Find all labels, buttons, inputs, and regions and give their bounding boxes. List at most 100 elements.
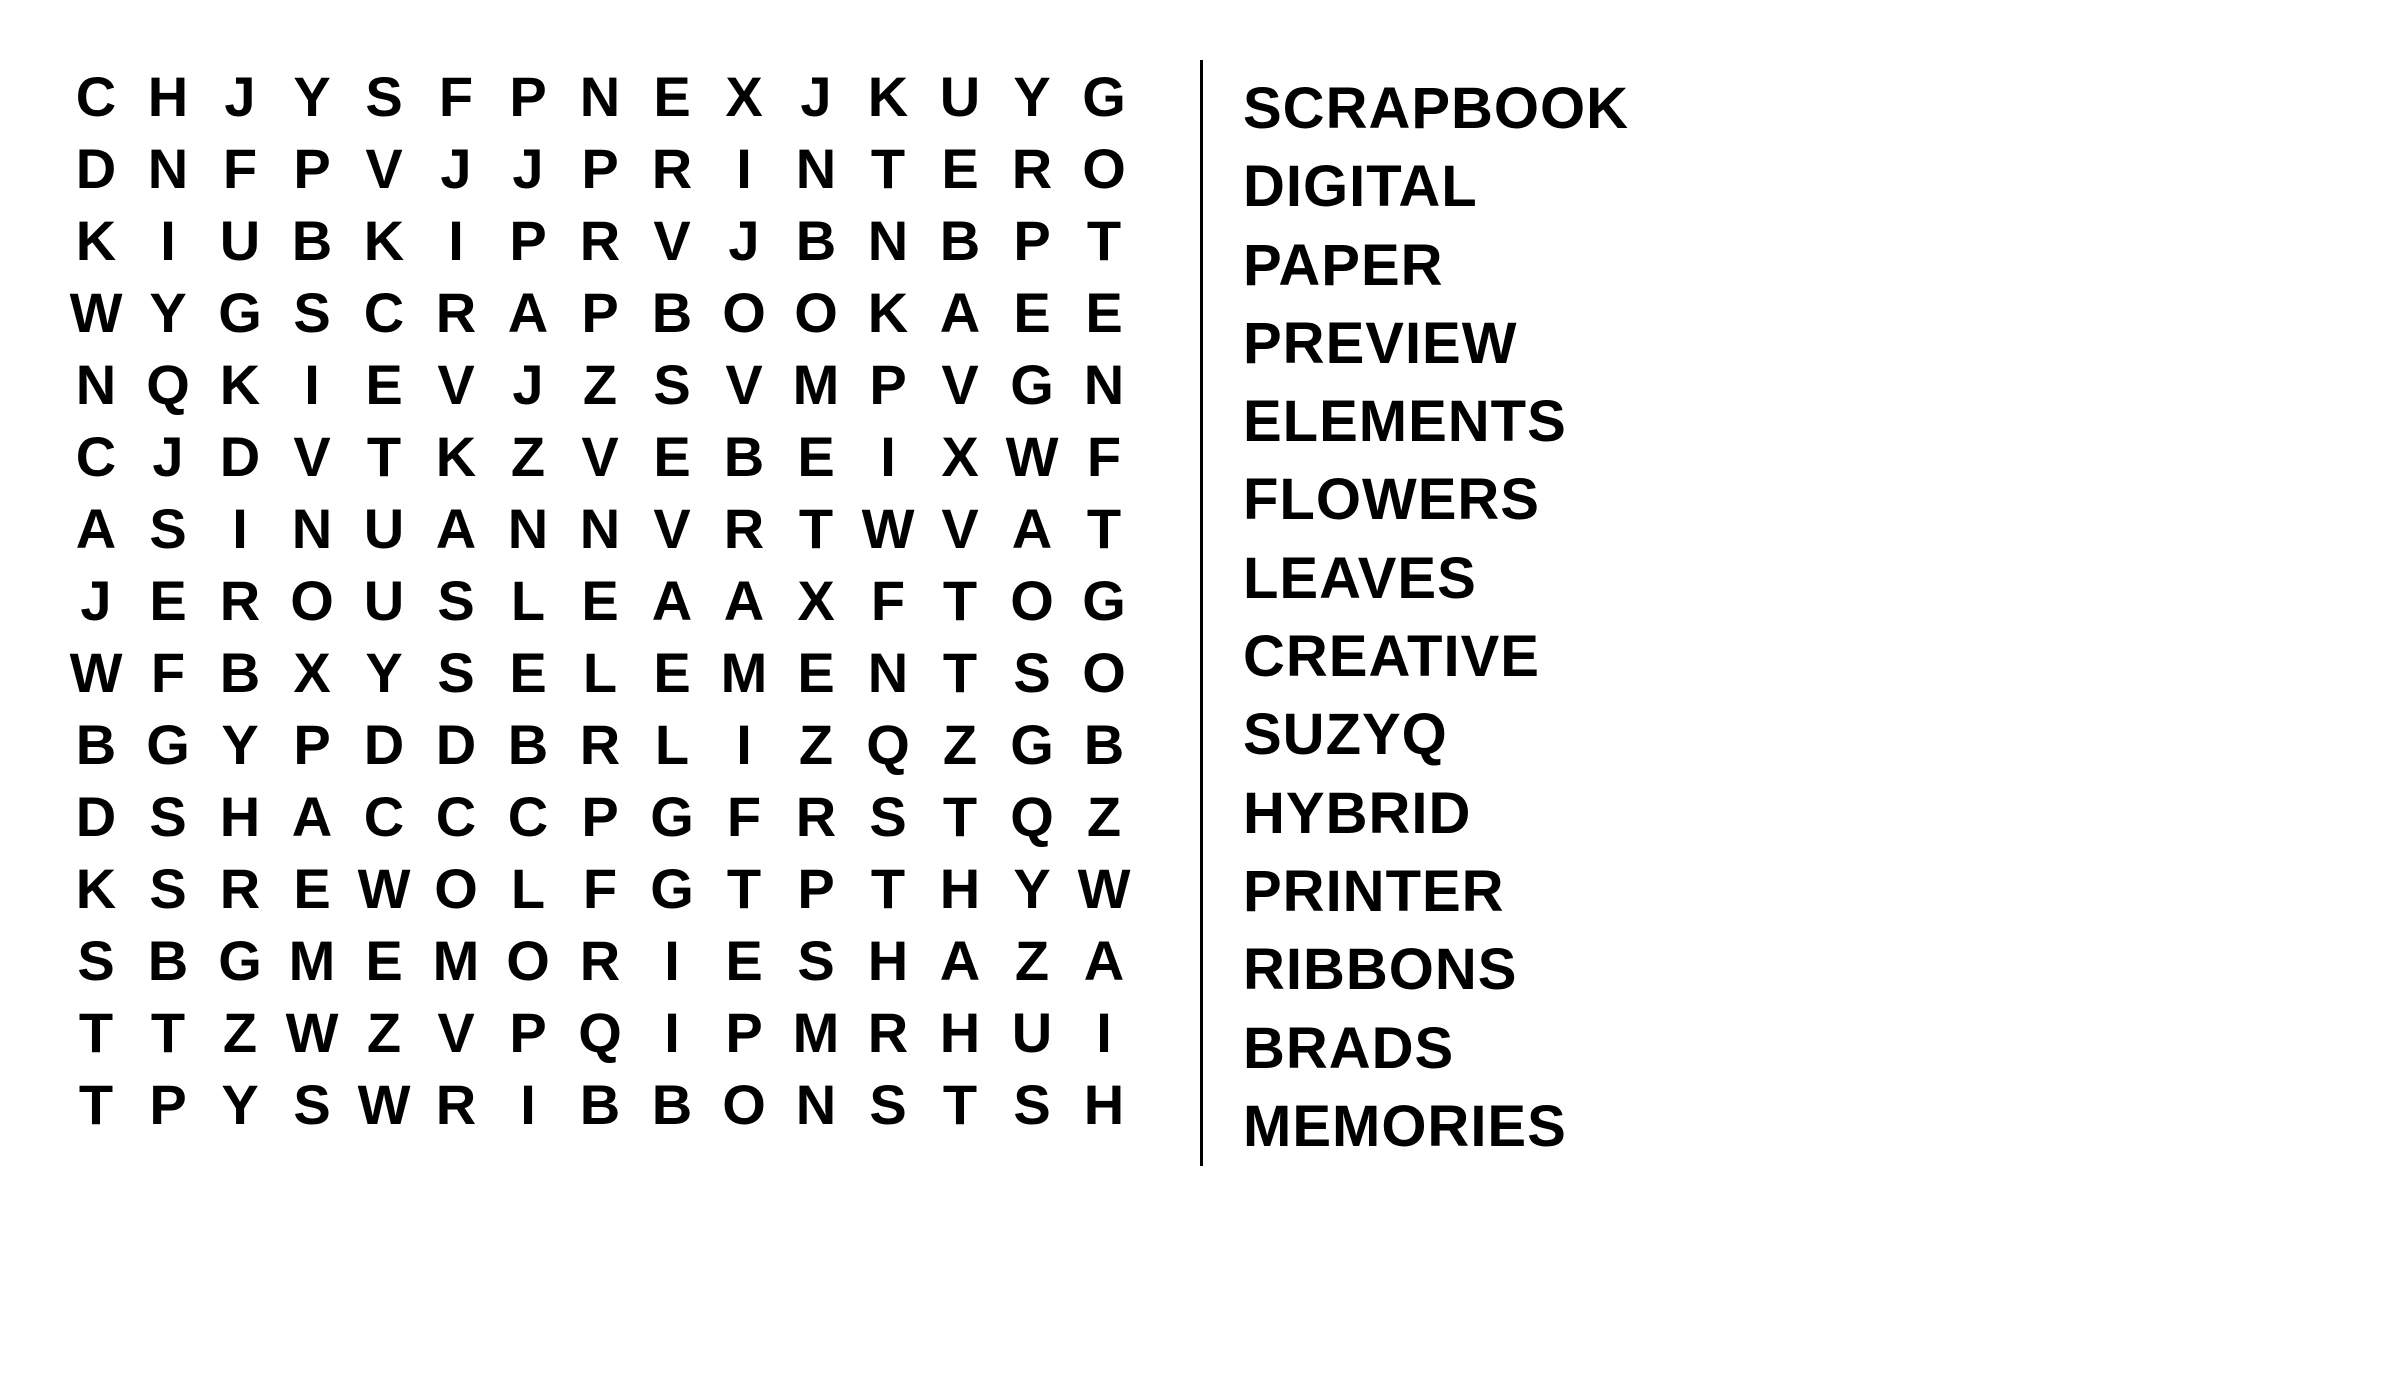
grid-cell: G xyxy=(132,708,204,780)
grid-cell: M xyxy=(708,636,780,708)
grid-cell: N xyxy=(60,348,132,420)
grid-cell: E xyxy=(1068,276,1140,348)
word-item: PAPER xyxy=(1243,227,1629,305)
grid-cell: Y xyxy=(276,60,348,132)
grid-cell: T xyxy=(852,852,924,924)
grid-cell: T xyxy=(924,780,996,852)
grid-cell: O xyxy=(708,276,780,348)
grid-cell: K xyxy=(204,348,276,420)
grid-cell: B xyxy=(492,708,564,780)
grid-cell: M xyxy=(420,924,492,996)
grid-cell: T xyxy=(852,132,924,204)
grid-cell: T xyxy=(780,492,852,564)
grid-cell: N xyxy=(780,1068,852,1140)
grid-cell: J xyxy=(204,60,276,132)
grid-cell: T xyxy=(708,852,780,924)
grid-cell: A xyxy=(924,924,996,996)
grid-cell: Y xyxy=(204,1068,276,1140)
grid-cell: Y xyxy=(132,276,204,348)
grid-cell: P xyxy=(564,132,636,204)
grid-cell: N xyxy=(564,492,636,564)
grid-cell: R xyxy=(780,780,852,852)
grid-cell: J xyxy=(420,132,492,204)
grid-cell: A xyxy=(708,564,780,636)
grid-cell: R xyxy=(204,852,276,924)
grid-cell: B xyxy=(564,1068,636,1140)
grid-cell: M xyxy=(780,348,852,420)
grid-cell: Y xyxy=(204,708,276,780)
grid-cell: E xyxy=(780,636,852,708)
grid-cell: B xyxy=(780,204,852,276)
grid-cell: E xyxy=(924,132,996,204)
grid-cell: P xyxy=(780,852,852,924)
grid-cell: W xyxy=(60,276,132,348)
grid-cell: O xyxy=(996,564,1068,636)
grid-cell: E xyxy=(492,636,564,708)
grid-cell: H xyxy=(132,60,204,132)
grid-cell: X xyxy=(780,564,852,636)
grid-cell: F xyxy=(852,564,924,636)
grid-cell: J xyxy=(708,204,780,276)
grid-cell: G xyxy=(204,924,276,996)
grid-cell: V xyxy=(276,420,348,492)
vertical-divider xyxy=(1200,60,1203,1166)
grid-cell: V xyxy=(420,996,492,1068)
grid-cell: R xyxy=(420,1068,492,1140)
word-search-grid: CHJYSFPNEXJKUYGDNFPVJJPRINTEROKIUBKIPRVJ… xyxy=(60,60,1200,1140)
grid-cell: L xyxy=(492,852,564,924)
grid-cell: V xyxy=(708,348,780,420)
grid-cell: S xyxy=(852,780,924,852)
grid-cell: S xyxy=(996,636,1068,708)
grid-cell: M xyxy=(780,996,852,1068)
grid-cell: W xyxy=(276,996,348,1068)
grid-cell: Y xyxy=(348,636,420,708)
grid-cell: O xyxy=(708,1068,780,1140)
grid-cell: L xyxy=(492,564,564,636)
grid-cell: B xyxy=(924,204,996,276)
main-content: CHJYSFPNEXJKUYGDNFPVJJPRINTEROKIUBKIPRVJ… xyxy=(60,60,2340,1166)
grid-cell: W xyxy=(60,636,132,708)
grid-cell: T xyxy=(348,420,420,492)
grid-cell: I xyxy=(636,924,708,996)
grid-cell: U xyxy=(204,204,276,276)
grid-cell: Z xyxy=(348,996,420,1068)
grid-cell: P xyxy=(852,348,924,420)
grid-cell: E xyxy=(276,852,348,924)
grid-cell: U xyxy=(996,996,1068,1068)
grid-cell: F xyxy=(1068,420,1140,492)
grid-cell: N xyxy=(132,132,204,204)
grid-cell: O xyxy=(492,924,564,996)
grid-cell: Q xyxy=(996,780,1068,852)
grid-cell: N xyxy=(564,60,636,132)
grid-cell: D xyxy=(60,132,132,204)
grid-cell: M xyxy=(276,924,348,996)
grid-cell: I xyxy=(1068,996,1140,1068)
word-item: PREVIEW xyxy=(1243,305,1629,383)
grid-cell: F xyxy=(132,636,204,708)
grid-cell: D xyxy=(348,708,420,780)
grid-cell: V xyxy=(636,204,708,276)
word-item: RIBBONS xyxy=(1243,931,1629,1009)
grid-cell: P xyxy=(564,780,636,852)
grid-cell: C xyxy=(60,60,132,132)
grid-cell: X xyxy=(708,60,780,132)
word-list: SCRAPBOOKDIGITALPAPERPREVIEWELEMENTSFLOW… xyxy=(1243,60,1629,1166)
word-item: DIGITAL xyxy=(1243,148,1629,226)
grid-cell: T xyxy=(1068,204,1140,276)
grid-cell: Z xyxy=(1068,780,1140,852)
word-item: LEAVES xyxy=(1243,540,1629,618)
grid-cell: L xyxy=(564,636,636,708)
grid-cell: W xyxy=(348,1068,420,1140)
grid-cell: Q xyxy=(852,708,924,780)
grid-cell: A xyxy=(492,276,564,348)
grid-cell: P xyxy=(132,1068,204,1140)
grid-cell: Y xyxy=(996,60,1068,132)
grid-cell: J xyxy=(60,564,132,636)
grid-cell: G xyxy=(996,348,1068,420)
grid-cell: S xyxy=(852,1068,924,1140)
grid-cell: K xyxy=(852,276,924,348)
grid-cell: T xyxy=(60,996,132,1068)
grid-cell: O xyxy=(276,564,348,636)
grid-cell: X xyxy=(924,420,996,492)
grid-cell: Z xyxy=(924,708,996,780)
